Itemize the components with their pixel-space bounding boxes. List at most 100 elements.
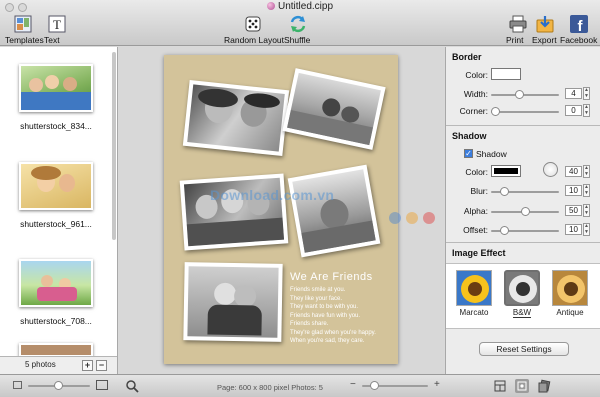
collage-photo[interactable] [282, 68, 386, 150]
border-color-swatch[interactable] [491, 68, 521, 80]
remove-photo-button[interactable]: − [96, 360, 107, 371]
collage-photo[interactable] [183, 262, 283, 342]
export-button[interactable]: Export [532, 14, 558, 45]
photo-thumbnail-image [19, 343, 93, 357]
border-width-slider[interactable] [491, 90, 559, 99]
facebook-icon: f [569, 14, 589, 35]
print-button[interactable]: Print [506, 14, 530, 45]
grid-view-icon[interactable] [493, 379, 507, 393]
watermark-text: Download.com.vn [210, 187, 335, 203]
zoom-out-icon[interactable]: − [350, 380, 364, 394]
photo-thumbnail[interactable]: shutterstock_834... [0, 64, 112, 131]
border-width-label: Width: [463, 89, 488, 99]
watermark-dot [423, 212, 435, 224]
shadow-offset-slider[interactable] [491, 226, 559, 235]
zoom-slider[interactable] [362, 381, 428, 390]
shadow-angle-value[interactable]: 40 [565, 166, 582, 177]
collage-photo[interactable] [182, 79, 290, 157]
canvas-area: We Are Friends Friends smile at you. The… [119, 47, 444, 374]
border-width-stepper[interactable]: ▲ ▼ [583, 87, 590, 100]
slider-knob[interactable] [54, 381, 63, 390]
effect-marcato[interactable]: Marcato [453, 270, 495, 317]
border-corner-label: Corner: [459, 106, 488, 116]
zoom-icon[interactable] [125, 379, 139, 393]
border-color-label: Color: [465, 70, 488, 80]
collage-photo[interactable] [179, 173, 289, 251]
watermark-dot [389, 212, 401, 224]
border-width-value[interactable]: 4 [565, 88, 582, 99]
shadow-offset-stepper[interactable]: ▲ ▼ [583, 223, 590, 236]
document-icon [266, 2, 275, 10]
slider-knob[interactable] [500, 187, 509, 196]
effect-antique[interactable]: Antique [549, 270, 591, 317]
sunflower-color-icon [456, 270, 492, 306]
shadow-color-label: Color: [465, 167, 488, 177]
facebook-button[interactable]: f Facebook [560, 14, 598, 45]
photo-thumbnail[interactable] [0, 343, 112, 357]
watermark-dot [406, 212, 418, 224]
collage-photo[interactable] [287, 164, 381, 258]
sidebar-footer: 5 photos + − [0, 356, 117, 374]
shadow-blur-stepper[interactable]: ▲ ▼ [583, 184, 590, 197]
photo-thumbnail-image [19, 64, 93, 112]
shadow-alpha-value[interactable]: 50 [565, 205, 582, 216]
border-corner-value[interactable]: 0 [565, 105, 582, 116]
shadow-alpha-slider[interactable] [491, 207, 559, 216]
shadow-color-swatch[interactable] [491, 165, 521, 177]
shadow-offset-label: Offset: [463, 225, 488, 235]
svg-text:T: T [53, 17, 61, 32]
toolbar: Untitled.cipp Templates T Text Random La… [0, 0, 600, 46]
random-layout-button[interactable]: Random Layout [224, 14, 284, 45]
shadow-alpha-label: Alpha: [463, 206, 488, 216]
templates-button[interactable]: Templates [5, 14, 44, 45]
shadow-blur-slider[interactable] [491, 187, 559, 196]
photo-thumbnail[interactable]: shutterstock_708... [0, 259, 112, 326]
zoom-in-icon[interactable]: + [434, 380, 448, 394]
effect-bw[interactable]: B&W [501, 270, 543, 318]
photo-thumbnail-image [19, 162, 93, 210]
shadow-checkbox-label: Shadow [476, 149, 507, 159]
shadow-checkbox[interactable]: ✓ [464, 149, 473, 158]
shadow-offset-value[interactable]: 10 [565, 224, 582, 235]
inspector-panel: Border Color: Width: 4 ▲ ▼ Corner: 0 ▲ ▼ S… [445, 47, 600, 374]
thumbnail-large-icon [96, 380, 108, 390]
border-corner-slider[interactable] [491, 107, 559, 116]
section-divider [446, 125, 600, 126]
image-effect-heading: Image Effect [452, 248, 506, 258]
slider-knob[interactable] [521, 207, 530, 216]
templates-icon [13, 14, 33, 34]
add-photo-button[interactable]: + [82, 360, 93, 371]
stack-view-icon[interactable] [537, 379, 551, 393]
shadow-section-heading: Shadow [452, 131, 487, 141]
collage-page[interactable]: We Are Friends Friends smile at you. The… [164, 55, 398, 364]
shadow-angle-stepper[interactable]: ▲ ▼ [583, 165, 590, 178]
shadow-blur-label: Blur: [470, 186, 488, 196]
shadow-alpha-stepper[interactable]: ▲ ▼ [583, 204, 590, 217]
border-color-fill [494, 71, 518, 77]
text-icon: T [47, 14, 67, 34]
shuffle-icon [288, 14, 308, 34]
image-effect-list: Marcato B&W Antique [446, 263, 600, 329]
printer-icon [508, 14, 528, 34]
sunflower-antique-icon [552, 270, 588, 306]
photo-thumbnail[interactable]: shutterstock_961... [0, 162, 112, 229]
slider-knob[interactable] [500, 226, 509, 235]
shadow-blur-value[interactable]: 10 [565, 185, 582, 196]
layout-view-icon[interactable] [515, 379, 529, 393]
collage-heading[interactable]: We Are Friends [290, 271, 373, 283]
border-section-heading: Border [452, 52, 482, 62]
reset-settings-button[interactable]: Reset Settings [479, 342, 569, 356]
sidebar-scrollbar[interactable] [112, 52, 116, 240]
text-button[interactable]: T Text [44, 14, 70, 45]
slider-knob[interactable] [515, 90, 524, 99]
slider-knob[interactable] [491, 107, 500, 116]
shuffle-button[interactable]: Shuffle [284, 14, 312, 45]
collage-poem[interactable]: Friends smile at you. They like your fac… [290, 286, 376, 346]
thumbnail-size-slider[interactable] [28, 381, 90, 390]
photo-thumbnail-image [19, 259, 93, 307]
photo-sidebar: shutterstock_834... shutterstock_961... … [0, 47, 118, 374]
slider-knob[interactable] [370, 381, 379, 390]
shadow-color-fill [494, 168, 518, 174]
border-corner-stepper[interactable]: ▲ ▼ [583, 104, 590, 117]
shadow-angle-dial[interactable] [543, 162, 558, 177]
